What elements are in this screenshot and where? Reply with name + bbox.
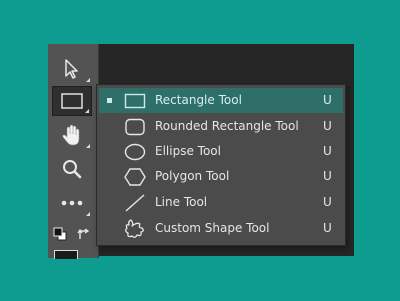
rounded-rectangle-icon [123,116,147,137]
submenu-indicator [86,144,90,148]
menu-item-shortcut: U [323,169,332,183]
menu-item-label: Rounded Rectangle Tool [155,119,299,133]
menu-item-ellipse-tool[interactable]: Ellipse Tool U [99,139,343,164]
menu-item-label: Polygon Tool [155,169,230,183]
rectangle-icon [123,90,147,111]
menu-item-polygon-tool[interactable]: Polygon Tool U [99,164,343,189]
menu-item-shortcut: U [323,119,332,133]
menu-item-label: Line Tool [155,195,208,209]
menu-item-shortcut: U [323,221,332,235]
submenu-indicator [85,109,89,113]
line-icon [123,192,147,213]
menu-item-shortcut: U [323,144,332,158]
foreground-color-swatch[interactable] [54,250,78,259]
shape-tools-flyout: Rectangle Tool U Rounded Rectangle Tool … [96,84,346,246]
menu-item-label: Rectangle Tool [155,93,242,107]
menu-item-rectangle-tool[interactable]: Rectangle Tool U [99,88,343,113]
menu-item-custom-shape-tool[interactable]: Custom Shape Tool U [99,216,343,241]
submenu-indicator [86,212,90,216]
swap-colors-button[interactable] [74,224,94,244]
edit-toolbar-button[interactable] [52,188,92,218]
menu-item-label: Custom Shape Tool [155,221,270,235]
hand-icon [61,123,83,147]
custom-shape-icon [123,218,147,239]
swap-colors-icon [77,227,91,241]
arrow-cursor-icon [62,58,82,80]
rectangle-icon [60,92,84,110]
zoom-tool-button[interactable] [52,154,92,184]
menu-item-line-tool[interactable]: Line Tool U [99,190,343,215]
polygon-icon [123,166,147,187]
default-colors-button[interactable] [50,224,70,244]
menu-item-rounded-rectangle-tool[interactable]: Rounded Rectangle Tool U [99,114,343,139]
ellipse-icon [123,141,147,162]
hand-tool-button[interactable] [52,120,92,150]
menu-item-label: Ellipse Tool [155,144,221,158]
default-colors-icon [53,227,67,241]
ellipsis-icon [60,199,84,207]
move-tool-button[interactable] [52,54,92,84]
menu-item-shortcut: U [323,195,332,209]
rectangle-tool-button[interactable] [52,86,92,116]
tools-panel [48,44,99,259]
menu-item-shortcut: U [323,93,332,107]
selected-bullet [107,98,112,103]
submenu-indicator [86,78,90,82]
magnifier-icon [61,158,83,180]
